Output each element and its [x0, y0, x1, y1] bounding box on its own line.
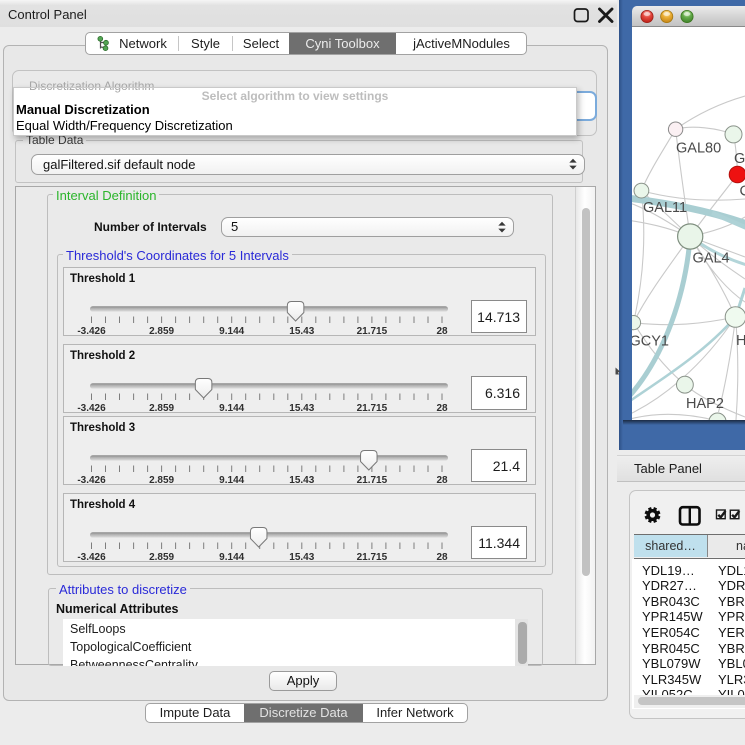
svg-text:21.715: 21.715	[357, 326, 388, 337]
svg-text:28: 28	[436, 475, 448, 486]
svg-text:9.144: 9.144	[219, 326, 244, 337]
svg-text:-3.426: -3.426	[77, 475, 106, 486]
svg-text:GAL11: GAL11	[643, 200, 687, 216]
svg-text:9.144: 9.144	[219, 552, 244, 563]
svg-text:HI: HI	[736, 333, 745, 349]
svg-text:HAP2: HAP2	[686, 396, 724, 412]
svg-text:15.43: 15.43	[289, 403, 314, 414]
svg-text:21.715: 21.715	[357, 552, 388, 563]
svg-text:-3.426: -3.426	[77, 326, 106, 337]
svg-text:2.859: 2.859	[149, 552, 174, 563]
svg-text:28: 28	[436, 403, 448, 414]
svg-text:15.43: 15.43	[289, 475, 314, 486]
svg-text:2.859: 2.859	[149, 403, 174, 414]
svg-text:-3.426: -3.426	[77, 403, 106, 414]
svg-text:9.144: 9.144	[219, 475, 244, 486]
svg-text:-3.426: -3.426	[77, 552, 106, 563]
svg-text:C: C	[740, 184, 745, 200]
svg-text:GA: GA	[734, 151, 745, 167]
svg-text:2.859: 2.859	[149, 326, 174, 337]
svg-text:21.715: 21.715	[357, 403, 388, 414]
svg-text:9.144: 9.144	[219, 403, 244, 414]
svg-text:GAL4: GAL4	[693, 251, 730, 267]
svg-text:28: 28	[436, 326, 448, 337]
svg-text:21.715: 21.715	[357, 475, 388, 486]
svg-text:15.43: 15.43	[289, 552, 314, 563]
svg-text:GAL80: GAL80	[676, 141, 721, 157]
svg-text:28: 28	[436, 552, 448, 563]
svg-text:2.859: 2.859	[149, 475, 174, 486]
svg-text:GCY1: GCY1	[632, 334, 669, 350]
svg-text:15.43: 15.43	[289, 326, 314, 337]
